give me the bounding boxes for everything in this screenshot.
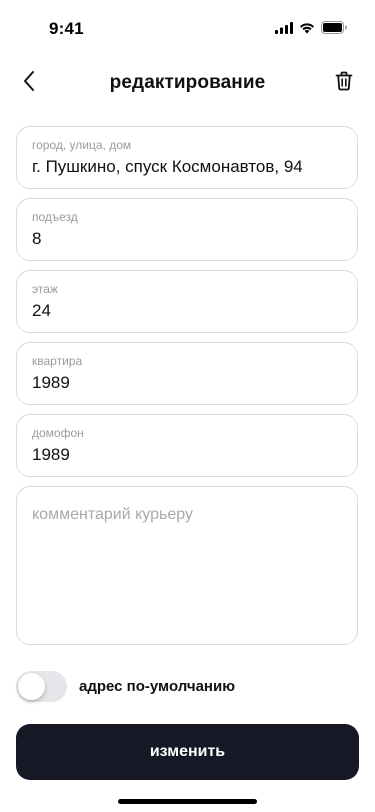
entrance-field-label: подъезд xyxy=(32,210,78,224)
default-address-toggle[interactable] xyxy=(16,671,67,702)
address-field-value[interactable]: г. Пушкино, спуск Космонавтов, 94 xyxy=(32,157,303,177)
cellular-signal-icon xyxy=(275,21,293,34)
entrance-field-value[interactable]: 8 xyxy=(32,229,41,249)
intercom-field-value[interactable]: 1989 xyxy=(32,445,70,465)
courier-comment-textarea[interactable]: комментарий курьеру xyxy=(16,486,358,645)
apartment-field-label: квартира xyxy=(32,354,83,368)
floor-field-value[interactable]: 24 xyxy=(32,301,51,321)
battery-icon xyxy=(321,21,348,34)
address-field[interactable]: город, улица, дом г. Пушкино, спуск Косм… xyxy=(16,126,358,189)
header: редактирование xyxy=(0,62,375,106)
wifi-icon xyxy=(299,22,315,34)
trash-icon xyxy=(335,71,353,96)
default-address-label: адрес по-умолчанию xyxy=(79,678,236,695)
default-address-row: адрес по-умолчанию xyxy=(16,671,235,702)
apartment-field-value[interactable]: 1989 xyxy=(32,373,70,393)
page-title: редактирование xyxy=(109,72,266,93)
floor-field-label: этаж xyxy=(32,282,58,296)
status-time: 9:41 xyxy=(49,19,84,38)
apartment-field[interactable]: квартира 1989 xyxy=(16,342,358,405)
intercom-field-label: домофон xyxy=(32,426,84,440)
submit-button[interactable]: изменить xyxy=(16,724,359,780)
edit-address-screen: 9:41 редактирование город, улица, дом г.… xyxy=(0,0,375,812)
home-indicator xyxy=(118,799,257,804)
address-field-label: город, улица, дом xyxy=(32,138,132,152)
courier-comment-placeholder: комментарий курьеру xyxy=(32,506,193,523)
floor-field[interactable]: этаж 24 xyxy=(16,270,358,333)
intercom-field[interactable]: домофон 1989 xyxy=(16,414,358,477)
entrance-field[interactable]: подъезд 8 xyxy=(16,198,358,261)
status-bar: 9:41 xyxy=(0,0,375,54)
address-form: город, улица, дом г. Пушкино, спуск Косм… xyxy=(16,126,358,654)
status-icons xyxy=(275,21,348,34)
toggle-knob xyxy=(18,673,45,700)
delete-button[interactable] xyxy=(329,68,359,98)
